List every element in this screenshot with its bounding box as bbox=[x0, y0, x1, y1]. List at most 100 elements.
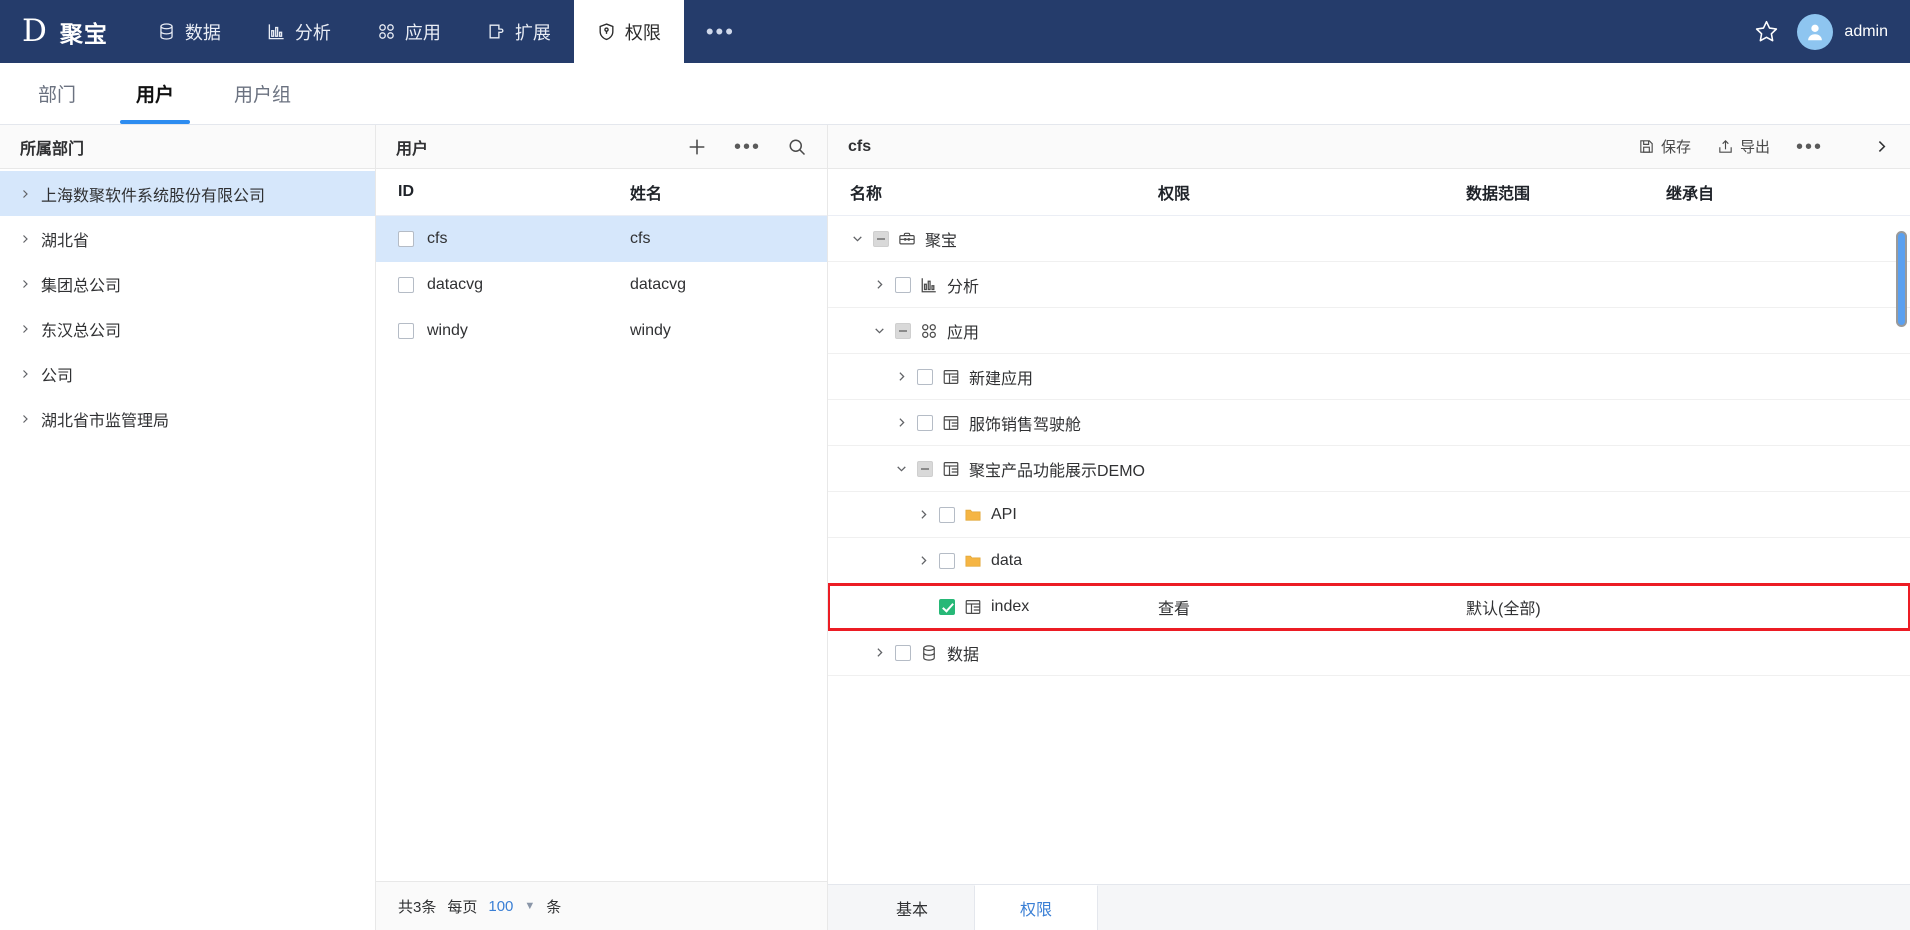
chart-bar-icon bbox=[920, 276, 938, 294]
chevron-right-icon[interactable] bbox=[18, 413, 32, 425]
user-menu[interactable]: admin bbox=[1797, 13, 1888, 50]
nav-more-button[interactable]: ••• bbox=[684, 0, 757, 63]
node-checkbox[interactable] bbox=[917, 414, 933, 431]
nav-item-permissions[interactable]: 权限 bbox=[573, 0, 684, 63]
department-item[interactable]: 湖北省 bbox=[0, 216, 375, 261]
permission-bottom-tabs: 基本 权限 bbox=[828, 884, 1910, 930]
department-item[interactable]: 湖北省市监管理局 bbox=[0, 396, 375, 441]
permission-name-cell: 应用 bbox=[828, 319, 1158, 343]
department-item-label: 东汉总公司 bbox=[41, 322, 122, 340]
add-user-button[interactable] bbox=[686, 136, 708, 158]
node-checkbox[interactable] bbox=[939, 598, 955, 615]
extension-icon bbox=[487, 22, 506, 41]
user-id-cell: datacvg bbox=[398, 276, 630, 294]
node-checkbox[interactable] bbox=[895, 644, 911, 661]
user-id-label: datacvg bbox=[427, 276, 484, 293]
permission-tree-row[interactable]: 聚宝产品功能展示DEMO bbox=[828, 446, 1910, 492]
per-page-select[interactable]: 100 bbox=[488, 898, 513, 915]
database-icon bbox=[157, 22, 176, 41]
nav-item-label: 权限 bbox=[624, 22, 661, 43]
tab-basic[interactable]: 基本 bbox=[850, 885, 974, 930]
chevron-right-icon[interactable] bbox=[1873, 138, 1890, 155]
permission-node-label: index bbox=[991, 597, 1030, 615]
permission-tree-row[interactable]: 应用 bbox=[828, 308, 1910, 354]
node-checkbox[interactable] bbox=[917, 460, 933, 477]
tab-user-groups[interactable]: 用户组 bbox=[204, 63, 321, 124]
chevron-right-icon[interactable] bbox=[18, 323, 32, 335]
table-row[interactable]: cfs cfs bbox=[376, 216, 827, 262]
permission-tree-row[interactable]: 分析 bbox=[828, 262, 1910, 308]
chevron-right-icon[interactable] bbox=[916, 554, 930, 567]
chevron-right-icon[interactable] bbox=[872, 278, 886, 291]
main-nav: 数据 分析 应用 扩展 权限 bbox=[134, 0, 684, 63]
chevron-down-icon[interactable]: ▼ bbox=[524, 900, 535, 912]
export-label: 导出 bbox=[1739, 139, 1770, 156]
shield-key-icon bbox=[597, 22, 616, 41]
permission-tree-row[interactable]: 聚宝 bbox=[828, 216, 1910, 262]
row-checkbox[interactable] bbox=[398, 231, 414, 247]
nav-item-data[interactable]: 数据 bbox=[134, 0, 244, 63]
user-name-label: admin bbox=[1844, 22, 1888, 40]
department-item[interactable]: 集团总公司 bbox=[0, 261, 375, 306]
chevron-right-icon[interactable] bbox=[894, 370, 908, 383]
department-item[interactable]: 东汉总公司 bbox=[0, 306, 375, 351]
permission-value-cell[interactable]: 查看 bbox=[1158, 595, 1466, 619]
department-item[interactable]: 公司 bbox=[0, 351, 375, 396]
chevron-right-icon[interactable] bbox=[872, 646, 886, 659]
user-pagination: 共3条 每页 100 ▼ 条 bbox=[376, 881, 827, 930]
search-icon[interactable] bbox=[787, 137, 807, 157]
node-checkbox[interactable] bbox=[917, 368, 933, 385]
total-count-label: 共3条 bbox=[398, 898, 437, 916]
data-scope-cell[interactable]: 默认(全部) bbox=[1466, 595, 1666, 619]
tab-users[interactable]: 用户 bbox=[106, 63, 204, 124]
node-checkbox[interactable] bbox=[873, 230, 889, 247]
chevron-down-icon[interactable] bbox=[872, 324, 886, 337]
dashboard-icon bbox=[964, 598, 982, 616]
department-item[interactable]: 上海数聚软件系统股份有限公司 bbox=[0, 171, 375, 216]
permission-name-cell: 服饰销售驾驶舱 bbox=[828, 411, 1158, 435]
column-header-id: ID bbox=[398, 183, 414, 200]
chevron-right-icon[interactable] bbox=[18, 233, 32, 245]
user-panel-more-button[interactable]: ••• bbox=[734, 137, 761, 157]
permission-tree-row[interactable]: 新建应用 bbox=[828, 354, 1910, 400]
permission-panel-actions: 保存 导出 ••• bbox=[1638, 136, 1890, 157]
tab-departments[interactable]: 部门 bbox=[8, 63, 106, 124]
vertical-scrollbar[interactable] bbox=[1896, 231, 1907, 327]
chevron-right-icon[interactable] bbox=[894, 416, 908, 429]
nav-item-extensions[interactable]: 扩展 bbox=[464, 0, 574, 63]
chevron-down-icon[interactable] bbox=[894, 462, 908, 475]
node-checkbox[interactable] bbox=[939, 552, 955, 569]
permission-node-label: 分析 bbox=[947, 278, 980, 296]
nav-item-analysis[interactable]: 分析 bbox=[244, 0, 354, 63]
chevron-right-icon[interactable] bbox=[18, 188, 32, 200]
sub-tab-bar: 部门 用户 用户组 bbox=[0, 63, 1910, 125]
brand-name: 聚宝 bbox=[59, 20, 108, 47]
chevron-down-icon[interactable] bbox=[850, 232, 864, 245]
permission-name-cell: data bbox=[828, 552, 1158, 570]
permission-tree-row[interactable]: API bbox=[828, 492, 1910, 538]
permission-tree-row[interactable]: 服饰销售驾驶舱 bbox=[828, 400, 1910, 446]
star-outline-icon[interactable] bbox=[1754, 19, 1779, 44]
save-button[interactable]: 保存 bbox=[1638, 136, 1691, 157]
brand-logo[interactable]: D 聚宝 bbox=[0, 0, 134, 63]
table-row[interactable]: windy windy bbox=[376, 308, 827, 354]
row-checkbox[interactable] bbox=[398, 277, 414, 293]
permission-tree-row[interactable]: 数据 bbox=[828, 630, 1910, 676]
user-id-label: windy bbox=[427, 322, 468, 339]
tab-permission[interactable]: 权限 bbox=[974, 885, 1098, 930]
node-checkbox[interactable] bbox=[939, 506, 955, 523]
node-checkbox[interactable] bbox=[895, 276, 911, 293]
chevron-right-icon[interactable] bbox=[18, 278, 32, 290]
node-checkbox[interactable] bbox=[895, 322, 911, 339]
row-checkbox[interactable] bbox=[398, 323, 414, 339]
nav-item-label: 分析 bbox=[294, 22, 331, 43]
permission-tree-row[interactable]: index 查看 默认(全部) bbox=[828, 583, 1910, 631]
table-row[interactable]: datacvg datacvg bbox=[376, 262, 827, 308]
chevron-right-icon[interactable] bbox=[18, 368, 32, 380]
export-button[interactable]: 导出 bbox=[1717, 136, 1770, 157]
permission-more-button[interactable]: ••• bbox=[1796, 137, 1823, 157]
apps-grid-icon bbox=[377, 22, 396, 41]
chevron-right-icon[interactable] bbox=[916, 508, 930, 521]
permission-tree-row[interactable]: data bbox=[828, 538, 1910, 584]
nav-item-apps[interactable]: 应用 bbox=[354, 0, 464, 63]
